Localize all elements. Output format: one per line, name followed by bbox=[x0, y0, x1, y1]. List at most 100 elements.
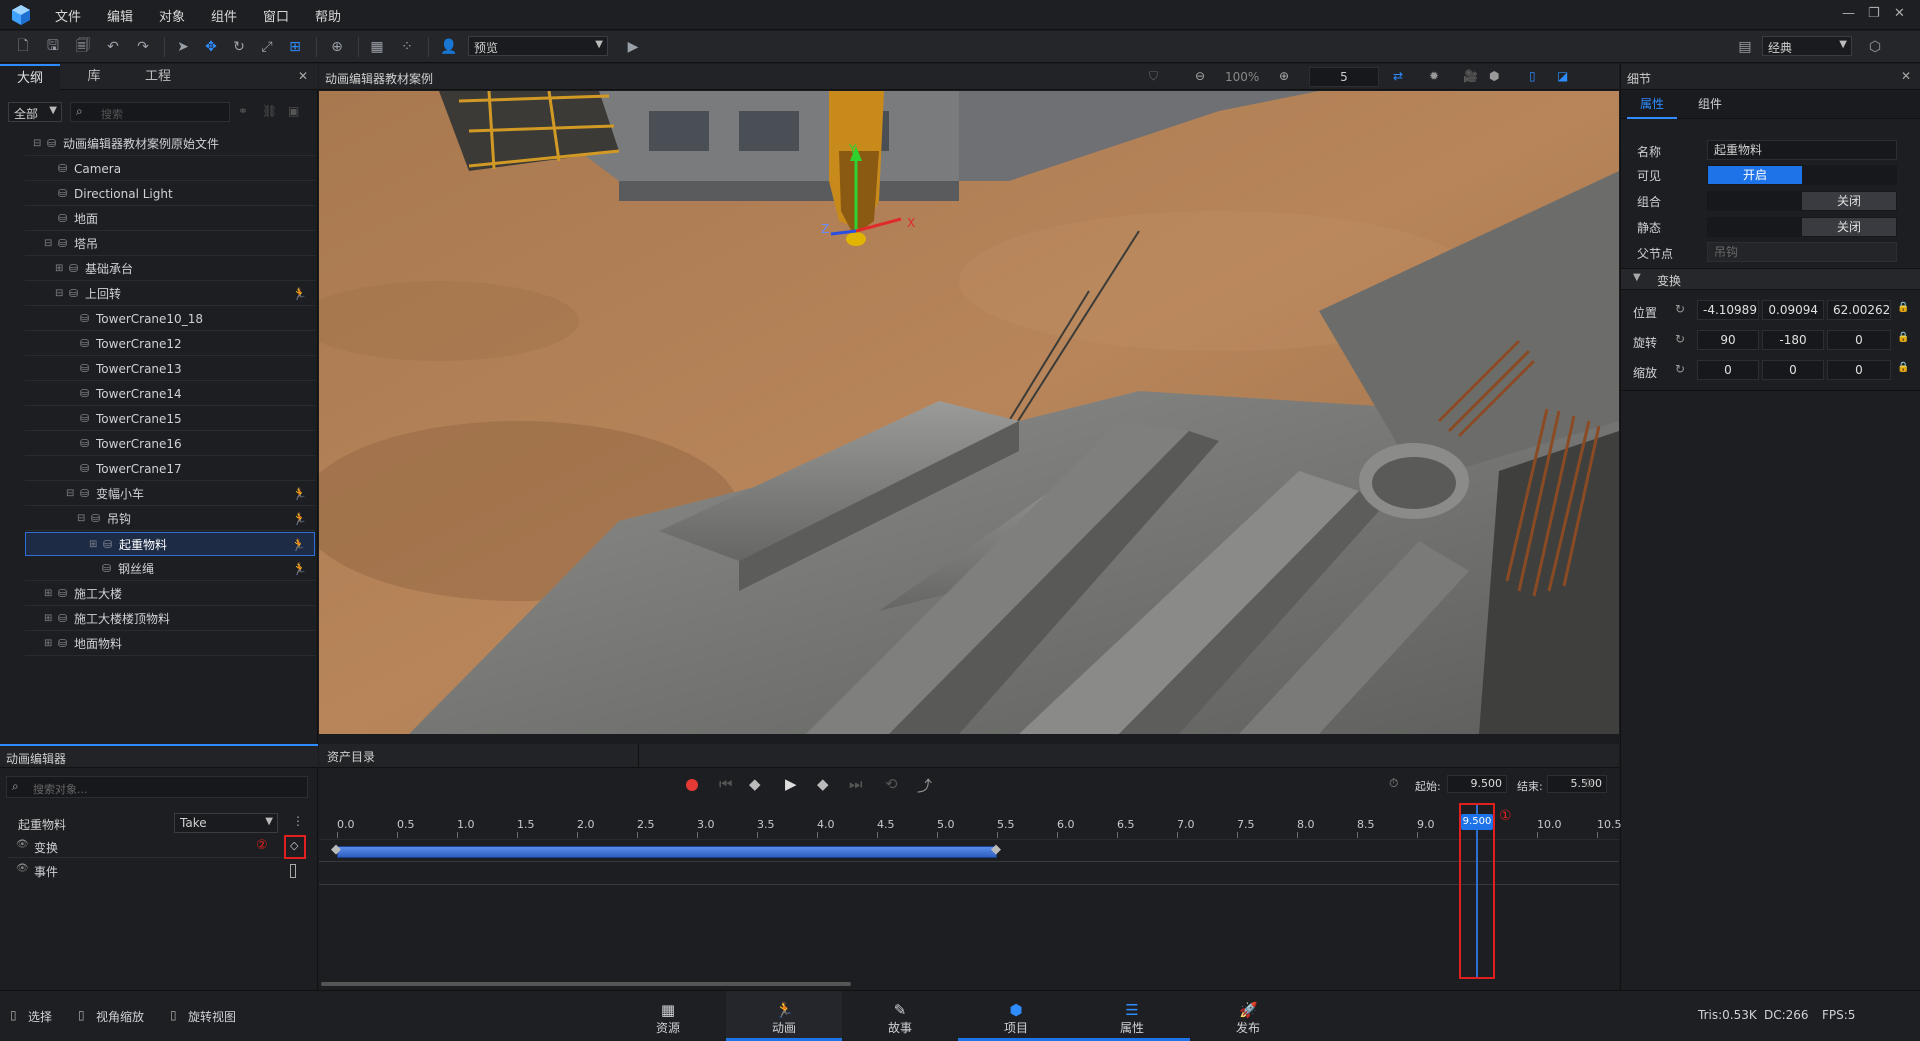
next-key-icon[interactable]: ◆ bbox=[817, 775, 829, 793]
bottom-tab-story[interactable]: ✎ 故事 bbox=[842, 991, 958, 1041]
take-select[interactable]: Take ▼ bbox=[174, 813, 278, 833]
tree-item[interactable]: ⛁ Camera bbox=[25, 157, 315, 181]
rotation-x[interactable]: 90 bbox=[1697, 330, 1759, 350]
keyframe-end-icon[interactable]: ◆ bbox=[991, 842, 1001, 857]
group-toggle[interactable]: 关闭 bbox=[1707, 191, 1897, 211]
player-icon[interactable]: 👤 bbox=[438, 37, 460, 57]
expand-toggle-icon[interactable]: ⊞ bbox=[89, 533, 97, 557]
redo-icon[interactable]: ↷ bbox=[132, 37, 154, 57]
event-marker-icon[interactable] bbox=[290, 864, 296, 878]
visible-on[interactable]: 开启 bbox=[1708, 166, 1802, 184]
tree-item[interactable]: ⛁ 地面 bbox=[25, 207, 315, 231]
static-off[interactable]: 关闭 bbox=[1802, 218, 1896, 236]
tree-item[interactable]: ⛁ TowerCrane16 bbox=[25, 432, 315, 456]
rotation-z[interactable]: 0 bbox=[1827, 330, 1891, 350]
tree-item[interactable]: ⊟ ⛁ 塔吊 bbox=[25, 232, 315, 256]
tab-assets[interactable]: 资产目录 bbox=[319, 744, 639, 768]
expand-toggle-icon[interactable]: ⊞ bbox=[44, 582, 52, 606]
bottom-tab-assets[interactable]: ▦ 资源 bbox=[610, 991, 726, 1041]
tree-item[interactable]: ⊞ ⛁ 起重物料 🏃 bbox=[25, 532, 315, 556]
shield-icon[interactable]: ⛉ bbox=[1149, 69, 1158, 84]
scale-y[interactable]: 0 bbox=[1762, 360, 1824, 380]
position-x[interactable]: -4.10989 bbox=[1697, 300, 1759, 320]
tab-library[interactable]: 库 bbox=[64, 64, 124, 90]
go-end-icon[interactable]: ⏭ bbox=[849, 775, 863, 793]
expand-toggle-icon[interactable]: ⊟ bbox=[55, 282, 63, 306]
curve-icon[interactable]: ⤴ bbox=[917, 775, 932, 796]
tree-item[interactable]: ⊞ ⛁ 地面物料 bbox=[25, 632, 315, 656]
tree-item[interactable]: ⊞ ⛁ 施工大楼 bbox=[25, 582, 315, 606]
undo-icon[interactable]: ↶ bbox=[102, 37, 124, 57]
view-mode-select[interactable]: 预览 ▼ bbox=[468, 36, 608, 56]
outline-search-input[interactable]: ⌕ 搜索 bbox=[70, 102, 230, 122]
unlink-icon[interactable]: ⛓ bbox=[262, 104, 277, 118]
tree-item[interactable]: ⛁ TowerCrane14 bbox=[25, 382, 315, 406]
static-toggle[interactable]: 关闭 bbox=[1707, 217, 1897, 237]
minimize-icon[interactable]: — bbox=[1842, 6, 1855, 21]
end-input[interactable]: 5.500 bbox=[1547, 775, 1607, 793]
menu-help[interactable]: 帮助 bbox=[315, 6, 341, 25]
loop-icon[interactable]: ⟲ bbox=[885, 775, 898, 793]
more-options-icon[interactable]: ⋮ bbox=[292, 814, 304, 828]
tree-item[interactable]: ⊞ ⛁ 施工大楼楼顶物料 bbox=[25, 607, 315, 631]
close-icon[interactable]: ✕ bbox=[298, 69, 308, 83]
camera-icon[interactable]: 🎥 bbox=[1463, 69, 1478, 83]
tab-outline[interactable]: 大纲 bbox=[0, 64, 60, 90]
play-icon[interactable]: ▶ bbox=[622, 37, 644, 57]
tree-item[interactable]: ⊟ ⛁ 动画编辑器教材案例原始文件 bbox=[25, 132, 315, 156]
lock-icon[interactable]: 🔒 bbox=[1897, 362, 1909, 373]
go-start-icon[interactable]: ⏮ bbox=[719, 775, 733, 793]
menu-object[interactable]: 对象 bbox=[159, 6, 185, 25]
scale-tool-icon[interactable]: ⤢ bbox=[256, 37, 278, 57]
rotation-y[interactable]: -180 bbox=[1762, 330, 1824, 350]
position-z[interactable]: 62.00262 bbox=[1827, 300, 1891, 320]
visible-toggle[interactable]: 开启 bbox=[1707, 165, 1897, 185]
grid-icon[interactable]: ▦ bbox=[366, 37, 388, 57]
menu-edit[interactable]: 编辑 bbox=[107, 6, 133, 25]
zoom-out-icon[interactable]: ⊖ bbox=[1195, 69, 1205, 83]
scene-viewport[interactable]: X Y Z bbox=[319, 91, 1619, 734]
record-button[interactable] bbox=[686, 779, 698, 791]
save-all-icon[interactable]: 🗐 bbox=[72, 37, 94, 57]
timeline-scrollbar[interactable] bbox=[321, 982, 851, 986]
layout-select[interactable]: 经典 ▼ bbox=[1762, 36, 1852, 56]
layout-icon[interactable]: ▤ bbox=[1734, 37, 1756, 57]
anim-search-input[interactable]: ⌕ 搜索对象... bbox=[6, 776, 308, 798]
expand-toggle-icon[interactable]: ⊞ bbox=[44, 607, 52, 631]
position-y[interactable]: 0.09094 bbox=[1762, 300, 1824, 320]
track-transform[interactable]: 👁 变换 ② ◇ bbox=[8, 835, 308, 859]
rotate-tool-icon[interactable]: ↻ bbox=[228, 37, 250, 57]
stats-icon[interactable]: ◪ bbox=[1557, 69, 1568, 83]
tree-item[interactable]: ⛁ TowerCrane15 bbox=[25, 407, 315, 431]
settings-icon[interactable]: ⚙ bbox=[1583, 776, 1594, 790]
new-file-icon[interactable]: 🗋 bbox=[12, 37, 34, 57]
camera-sync-icon[interactable]: ⇄ bbox=[1393, 69, 1403, 83]
expand-toggle-icon[interactable]: ⊞ bbox=[44, 632, 52, 656]
expand-toggle-icon[interactable]: ⊟ bbox=[44, 232, 52, 256]
coordinate-icon[interactable]: ⊞ bbox=[284, 37, 306, 57]
animation-clip-bar[interactable] bbox=[337, 846, 997, 858]
reset-scale-icon[interactable]: ↻ bbox=[1675, 362, 1685, 376]
add-keyframe-button[interactable]: ◇ bbox=[284, 835, 306, 859]
select-tool-icon[interactable]: ➤ bbox=[172, 37, 194, 57]
save-icon[interactable]: 🖫 bbox=[42, 37, 64, 57]
zoom-in-icon[interactable]: ⊕ bbox=[1279, 69, 1289, 83]
tree-item[interactable]: ⊞ ⛁ 基础承台 bbox=[25, 257, 315, 281]
reset-position-icon[interactable]: ↻ bbox=[1675, 302, 1685, 316]
restore-icon[interactable]: ❐ bbox=[1868, 6, 1880, 21]
tree-item[interactable]: ⊟ ⛁ 上回转 🏃 bbox=[25, 282, 315, 306]
snap-icon[interactable]: ⊕ bbox=[326, 37, 348, 57]
move-tool-icon[interactable]: ✥ bbox=[200, 37, 222, 57]
timeline-ruler[interactable]: 0.0 0.5 1.0 1.5 2.0 2.5 3.0 3.5 4.0 4.5 5.0 5.5 6.0 6… bbox=[319, 804, 1622, 840]
expand-toggle-icon[interactable]: ⊟ bbox=[33, 132, 41, 156]
prev-key-icon[interactable]: ◆ bbox=[749, 775, 761, 793]
play-button-icon[interactable]: ▶ bbox=[785, 775, 797, 793]
link-icon[interactable]: ⚭ bbox=[238, 104, 248, 118]
tab-properties[interactable]: 属性 bbox=[1627, 91, 1677, 119]
tree-item[interactable]: ⊟ ⛁ 变幅小车 🏃 bbox=[25, 482, 315, 506]
tree-item[interactable]: ⛁ TowerCrane12 bbox=[25, 332, 315, 356]
bottom-tab-publish[interactable]: 🚀 发布 bbox=[1190, 991, 1306, 1041]
close-icon[interactable]: ✕ bbox=[1901, 69, 1911, 83]
expand-toggle-icon[interactable]: ⊞ bbox=[55, 257, 63, 281]
expand-toggle-icon[interactable]: ⊟ bbox=[66, 482, 74, 506]
